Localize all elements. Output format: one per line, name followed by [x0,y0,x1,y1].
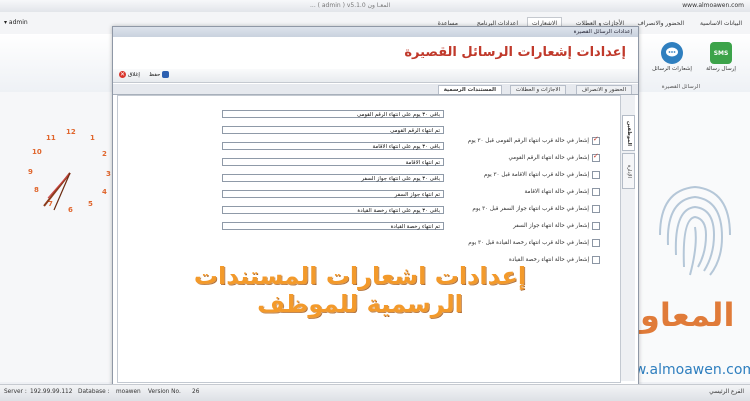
sms-notifications-button[interactable]: إشعارات الرسائل [652,42,692,72]
sms-icon: SMS [710,42,732,64]
server-value: 192.99.99.112 [30,389,73,395]
status-bar: Server : 192.99.99.112 Database : moawen… [0,384,750,401]
notify-row-3[interactable]: إشعار في حالة انتهاء الاقامة [524,187,600,197]
notify-label: إشعار في حالة انتهاء الرقم القومي [508,155,589,161]
message-field-0[interactable]: باقى ٣٠ يوم على انتهاء الرقم القومى [222,110,444,118]
notify-label: إشعار في حالة قرب انتهاء جواز السفر قبل … [472,206,589,212]
side-tab-employees[interactable]: الموظفين [622,115,635,151]
message-field-3[interactable]: تم انتهاء الاقامة [222,158,444,166]
fingerprint-icon [659,185,731,276]
notify-row-5[interactable]: إشعار في حالة انتهاء جواز السفر [513,221,600,231]
tab-attendance-settings[interactable]: الحضور و الانصراف [575,85,632,94]
server-label: Server : [4,389,27,395]
notify-label: إشعار في حالة قرب انتهاء رخصة القيادة قب… [468,240,589,246]
message-field-6[interactable]: باقى ٣٠ يوم على انتهاء رخصة القيادة [222,206,444,214]
side-tab-management[interactable]: الإدارة [622,153,635,189]
save-label: حفظ [149,71,161,78]
close-label: إغلاق [128,71,140,78]
notify-label: إشعار في حالة قرب انتهاء الرقم القومى قب… [467,138,589,144]
analog-clock: 12 1 2 3 4 5 6 7 8 9 10 11 [20,128,120,228]
message-field-1[interactable]: تم انتهاء الرقم القومى [222,126,444,134]
checkbox[interactable] [592,205,600,213]
notify-label: إشعار في حالة انتهاء جواز السفر [513,223,589,229]
dialog-toolbar: ✕ إغلاق حفظ [113,69,638,83]
database-label: Database : [78,389,110,395]
checkbox[interactable] [592,256,600,264]
close-button[interactable]: ✕ إغلاق [119,71,140,78]
notify-row-6[interactable]: إشعار في حالة قرب انتهاء رخصة القيادة قب… [468,238,600,248]
checkbox[interactable] [592,188,600,196]
send-sms-label: إرسال رسالة [706,66,736,72]
notify-row-4[interactable]: إشعار في حالة قرب انتهاء جواز السفر قبل … [472,204,600,214]
user-name: admin [8,19,28,26]
tab-attendance[interactable]: الحضور والانصراف [633,18,688,29]
checkbox[interactable] [592,239,600,247]
notify-label: إشعار في حالة قرب انتهاء الاقامة قبل ٣٠ … [483,172,589,178]
tab-basic-data[interactable]: البيانات الاساسية [696,18,746,29]
brand-logo: المعاو [640,296,735,334]
site-url: www.almoawen.com [682,2,744,9]
checkbox[interactable] [592,152,600,162]
notify-row-1[interactable]: إشعار في حالة انتهاء الرقم القومي [508,152,600,163]
ribbon-group-label: الرسائل القصيرة [661,84,700,90]
notify-row-2[interactable]: إشعار في حالة قرب انتهاء الاقامة قبل ٣٠ … [484,170,600,180]
close-icon: ✕ [119,71,126,78]
send-sms-button[interactable]: SMS إرسال رسالة [706,42,736,72]
notify-label: إشعار في حالة انتهاء الاقامة [524,189,590,195]
user-menu[interactable]: ▾ admin [4,19,28,26]
overlay-caption: إعدادات اشعارات المستندات الرسمية للموظف [193,262,527,318]
dialog-header: إعدادات إشعارات الرسائل القصيرة [113,37,638,69]
clock-hands [43,172,71,211]
save-icon [162,71,170,78]
message-field-5[interactable]: تم انتهاء جواز السفر [222,190,444,198]
message-field-7[interactable]: تم انتهاء رخصة القيادة [222,222,444,230]
dialog-tabs: الحضور و الانصراف الاجازات و العطلات الم… [113,84,638,95]
dialog-heading: إعدادات إشعارات الرسائل القصيرة [404,45,626,60]
checkbox[interactable] [592,171,600,179]
notifications-settings-dialog: إعدادات الرسائل القصيرة إعدادات إشعارات … [112,26,639,388]
side-tabs: الموظفين الإدارة [621,95,635,381]
version-label: Version No. [148,389,181,395]
checkbox[interactable] [592,135,600,145]
notify-row-0[interactable]: إشعار في حالة قرب انتهاء الرقم القومى قب… [467,135,600,146]
tab-official-documents[interactable]: المستندات الرسمية [437,85,502,94]
window-title: ... ( admin ) v5.1.0 المعـا ون [310,2,391,9]
version-value: 26 [192,389,200,395]
sms-notifications-label: إشعارات الرسائل [652,66,692,72]
dialog-window-title: إعدادات الرسائل القصيرة [573,28,632,35]
database-value: moawen [116,389,141,395]
checkbox[interactable] [592,222,600,230]
branch-name: الفرع الرئيسي [709,389,744,395]
official-documents-panel: إشعار في حالة قرب انتهاء الرقم القومى قب… [117,95,621,383]
message-field-2[interactable]: باقى ٣٠ يوم على انتهاء الاقامة [222,142,444,150]
tab-vacations-settings[interactable]: الاجازات و العطلات [509,85,566,94]
message-field-4[interactable]: باقى ٣٠ يوم على انتهاء جواز السفر [222,174,444,182]
save-button[interactable]: حفظ [149,71,170,78]
chat-icon [661,42,683,64]
